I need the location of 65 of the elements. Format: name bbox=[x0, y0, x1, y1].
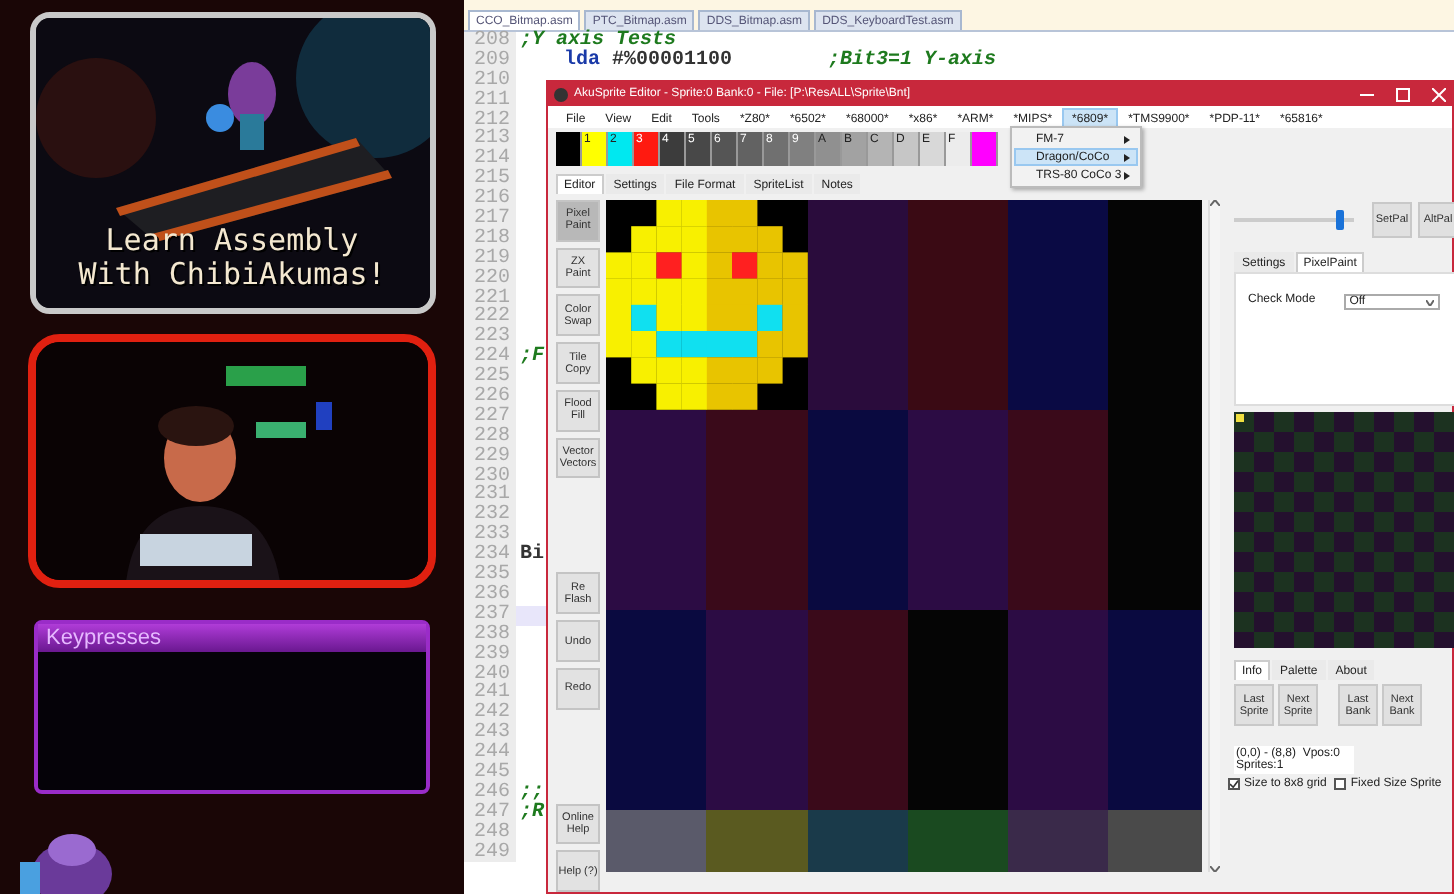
line-number: 229 bbox=[464, 447, 516, 468]
palette-swatch[interactable] bbox=[556, 132, 582, 166]
line-number: 244 bbox=[464, 744, 516, 764]
banner-title: Learn Assembly With ChibiAkumas! bbox=[76, 224, 388, 293]
line-number: 222 bbox=[464, 308, 516, 329]
line-number: 246 bbox=[464, 783, 516, 804]
line-number: 212 bbox=[464, 111, 516, 131]
palette-swatch[interactable] bbox=[972, 132, 998, 166]
code-text: ;Y axis Tests bbox=[520, 32, 677, 52]
line-number: 234 bbox=[464, 546, 516, 567]
line-number: 209 bbox=[464, 51, 516, 72]
line-number: 227 bbox=[464, 407, 516, 428]
line-number: 242 bbox=[464, 704, 516, 725]
line-number: 237 bbox=[464, 605, 516, 626]
keypresses-title: Keypresses bbox=[38, 623, 426, 652]
line-number: 247 bbox=[464, 803, 516, 824]
code-text: #%00001100 bbox=[612, 51, 733, 72]
code-text: Bi bbox=[520, 546, 545, 567]
line-number: 218 bbox=[464, 229, 516, 250]
line-number: 216 bbox=[464, 190, 516, 211]
line-number: 219 bbox=[464, 249, 516, 270]
caret-icon bbox=[1425, 299, 1434, 305]
line-number: 245 bbox=[464, 763, 516, 784]
code-text: ;Bit3=1 Y-axis bbox=[828, 51, 997, 72]
line-number: 213 bbox=[464, 130, 516, 151]
line-number: 235 bbox=[464, 566, 516, 586]
submenu-arrow-icon bbox=[1124, 153, 1130, 161]
code-text: ;F bbox=[520, 348, 545, 369]
line-number: 211 bbox=[464, 91, 516, 112]
line-number: 239 bbox=[464, 645, 516, 665]
code-text: ;; bbox=[520, 783, 545, 804]
line-number: 210 bbox=[464, 71, 516, 92]
line-number: 243 bbox=[464, 724, 516, 745]
line-number: 226 bbox=[464, 388, 516, 408]
slider-thumb[interactable] bbox=[1335, 210, 1344, 230]
line-number: 228 bbox=[464, 427, 516, 448]
line-number: 231 bbox=[464, 486, 516, 507]
line-number: 214 bbox=[464, 150, 516, 171]
line-number: 241 bbox=[464, 684, 516, 705]
line-number: 217 bbox=[464, 210, 516, 230]
line-number: 221 bbox=[464, 289, 516, 309]
code-text: ;R bbox=[520, 803, 545, 824]
line-number: 225 bbox=[464, 368, 516, 389]
line-number: 233 bbox=[464, 526, 516, 547]
line-number: 240 bbox=[464, 665, 516, 685]
code-text: lda bbox=[564, 51, 601, 72]
line-number: 236 bbox=[464, 585, 516, 606]
line-number: 208 bbox=[464, 32, 516, 52]
line-number: 215 bbox=[464, 170, 516, 191]
line-number: 224 bbox=[464, 348, 516, 369]
close-icon[interactable] bbox=[1432, 87, 1446, 101]
line-number: 248 bbox=[464, 823, 516, 844]
line-number: 249 bbox=[464, 843, 516, 863]
submenu-arrow-icon bbox=[1124, 135, 1130, 143]
scroll-up-icon[interactable] bbox=[1210, 200, 1220, 206]
line-number: 238 bbox=[464, 625, 516, 646]
scroll-down-icon[interactable] bbox=[1210, 866, 1220, 872]
maximize-icon[interactable] bbox=[1396, 87, 1410, 101]
line-number: 220 bbox=[464, 269, 516, 290]
line-number: 223 bbox=[464, 328, 516, 349]
checkmark-icon bbox=[1230, 780, 1238, 788]
line-number: 232 bbox=[464, 506, 516, 527]
app-icon bbox=[554, 87, 568, 101]
submenu-arrow-icon bbox=[1124, 171, 1130, 179]
line-number: 230 bbox=[464, 467, 516, 487]
